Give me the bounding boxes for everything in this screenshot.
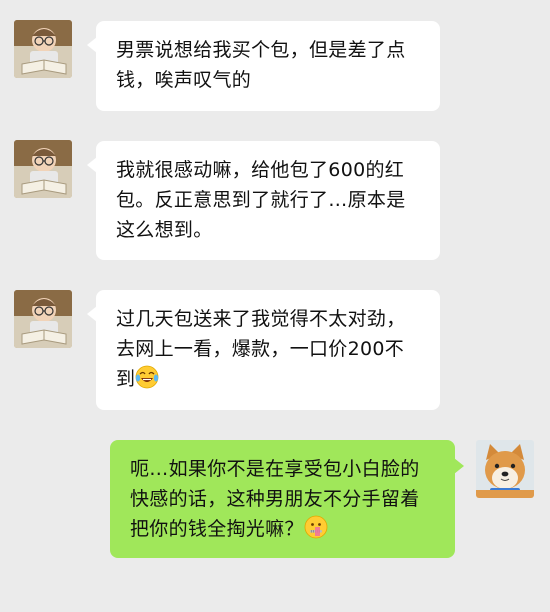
message-text: 过几天包送来了我觉得不太对劲，去网上一看，爆款，一口价200不到: [116, 308, 406, 390]
message-text: 呃…如果你不是在享受包小白脸的快感的话，这种男朋友不分手留着把你的钱全掏光嘛？: [130, 458, 420, 540]
tears-of-joy-emoji: [135, 365, 159, 389]
baby-reading-book-avatar[interactable]: [14, 20, 72, 78]
message-bubble-incoming[interactable]: 男票说想给我买个包，但是差了点钱，唉声叹气的: [87, 21, 440, 111]
shiba-inu-dog-avatar[interactable]: [476, 440, 534, 498]
baby-reading-book-avatar[interactable]: [14, 290, 72, 348]
message-bubble-outgoing[interactable]: 呃…如果你不是在享受包小白脸的快感的话，这种男朋友不分手留着把你的钱全掏光嘛？: [110, 440, 464, 558]
chat-conversation: 男票说想给我买个包，但是差了点钱，唉声叹气的 我就很感动嘛，给他包了600的红包…: [0, 0, 550, 612]
zipper-mouth-emoji: [304, 515, 328, 539]
message-bubble-incoming[interactable]: 过几天包送来了我觉得不太对劲，去网上一看，爆款，一口价200不到: [87, 290, 440, 410]
baby-reading-book-avatar[interactable]: [14, 140, 72, 198]
message-text: 我就很感动嘛，给他包了600的红包。反正意思到了就行了…原本是这么想到。: [116, 159, 406, 241]
message-text: 男票说想给我买个包，但是差了点钱，唉声叹气的: [116, 39, 406, 91]
message-bubble-incoming[interactable]: 我就很感动嘛，给他包了600的红包。反正意思到了就行了…原本是这么想到。: [87, 141, 440, 260]
